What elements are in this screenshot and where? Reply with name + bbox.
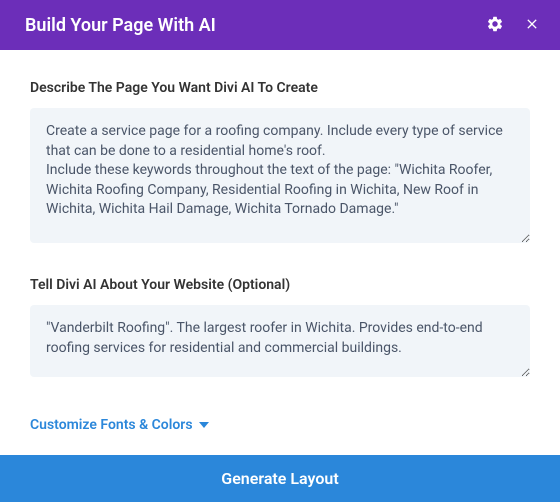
describe-label: Describe The Page You Want Divi AI To Cr… bbox=[30, 80, 530, 96]
close-icon bbox=[524, 16, 540, 35]
modal-title: Build Your Page With AI bbox=[25, 15, 216, 36]
customize-fonts-colors-link[interactable]: Customize Fonts & Colors bbox=[30, 417, 209, 433]
about-field-group: Tell Divi AI About Your Website (Optiona… bbox=[30, 277, 530, 381]
modal-footer: Generate Layout bbox=[0, 455, 560, 502]
about-label: Tell Divi AI About Your Website (Optiona… bbox=[30, 277, 530, 293]
settings-button[interactable] bbox=[486, 15, 504, 36]
header-icons bbox=[486, 15, 540, 36]
close-button[interactable] bbox=[524, 16, 540, 35]
describe-field-group: Describe The Page You Want Divi AI To Cr… bbox=[30, 80, 530, 247]
chevron-down-icon bbox=[199, 422, 209, 428]
modal-content: Describe The Page You Want Divi AI To Cr… bbox=[0, 50, 560, 453]
customize-link-label: Customize Fonts & Colors bbox=[30, 417, 193, 433]
generate-layout-button[interactable]: Generate Layout bbox=[0, 455, 560, 502]
about-textarea[interactable] bbox=[30, 305, 530, 377]
modal-header: Build Your Page With AI bbox=[0, 0, 560, 50]
gear-icon bbox=[486, 15, 504, 36]
describe-textarea[interactable] bbox=[30, 108, 530, 243]
